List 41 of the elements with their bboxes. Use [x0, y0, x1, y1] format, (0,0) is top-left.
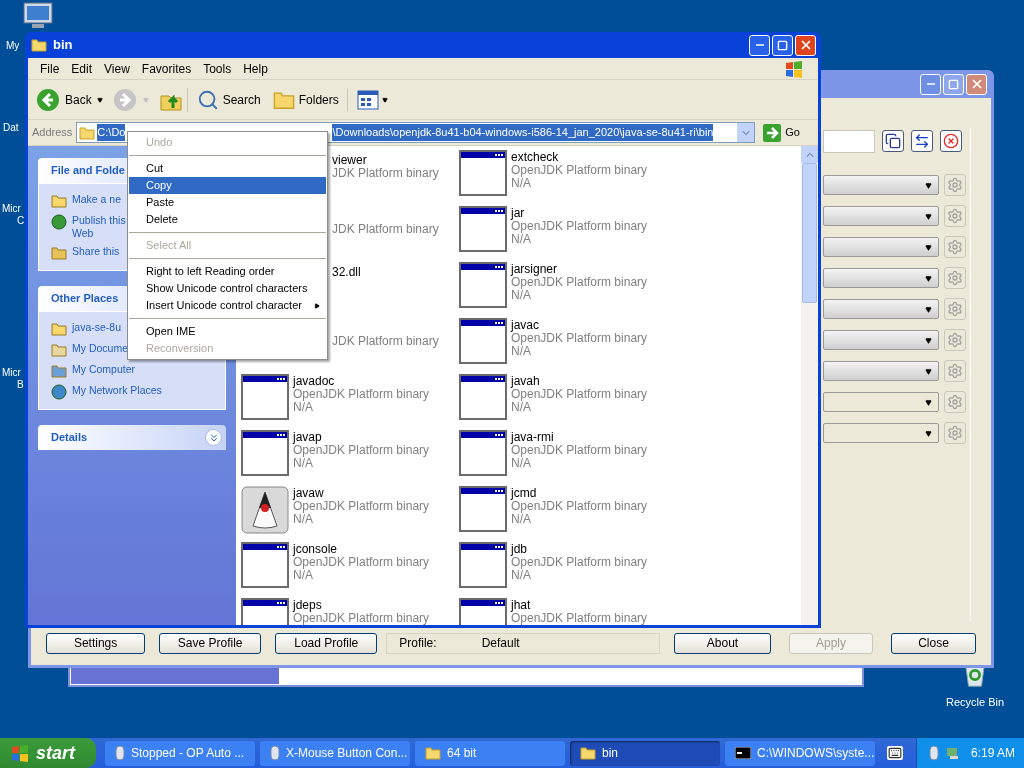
file-description: OpenJDK Platform binary	[511, 612, 648, 625]
file-description: OpenJDK Platform binary	[511, 388, 648, 401]
file-description: OpenJDK Platform binary	[511, 556, 648, 569]
file-version: N/A	[511, 177, 531, 190]
file-version: N/A	[293, 569, 313, 582]
file-description: OpenJDK Platform binary	[511, 444, 648, 457]
file-description: JDK Platform binary	[332, 223, 439, 236]
file-name: 32.dll	[332, 266, 361, 279]
task-panel-title: Details	[51, 430, 88, 446]
profile-label: Profile:	[399, 635, 437, 652]
file-description: OpenJDK Platform binary	[293, 500, 430, 513]
file-version: N/A	[293, 457, 313, 470]
task-panel-title: Other Places	[51, 291, 119, 307]
address-label: Address	[32, 125, 73, 141]
file-description: OpenJDK Platform binary	[293, 556, 430, 569]
file-description: OpenJDK Platform binary	[511, 220, 648, 233]
file-description: JDK Platform binary	[332, 335, 439, 348]
file-version: N/A	[511, 401, 531, 414]
profile-value: Default	[481, 635, 520, 652]
file-version: N/A	[511, 569, 531, 582]
file-description: OpenJDK Platform binary	[293, 388, 430, 401]
file-version: N/A	[293, 401, 313, 414]
address-text: C:\Do	[97, 124, 126, 141]
clock: 6:19 AM	[971, 745, 1016, 762]
file-description: OpenJDK Platform binary	[511, 276, 648, 289]
file-description: OpenJDK Platform binary	[293, 612, 430, 625]
file-version: N/A	[293, 513, 313, 526]
task-panel-title: File and Folde	[51, 163, 125, 179]
file-description: OpenJDK Platform binary	[511, 500, 648, 513]
file-description: OpenJDK Platform binary	[293, 444, 430, 457]
file-version: N/A	[511, 457, 531, 470]
file-version: N/A	[511, 513, 531, 526]
file-description: OpenJDK Platform binary	[511, 164, 648, 177]
address-text: \Downloads\openjdk-8u41-b04-windows-i586-14_jan_2020\java-se-8u41-ri\bin	[332, 124, 714, 141]
file-description: JDK Platform binary	[332, 167, 439, 180]
file-version: N/A	[511, 289, 531, 302]
window-title: bin	[53, 36, 74, 55]
file-version: N/A	[511, 233, 531, 246]
file-version: N/A	[511, 345, 531, 358]
file-name: viewer	[332, 154, 367, 167]
file-description: OpenJDK Platform binary	[511, 332, 648, 345]
